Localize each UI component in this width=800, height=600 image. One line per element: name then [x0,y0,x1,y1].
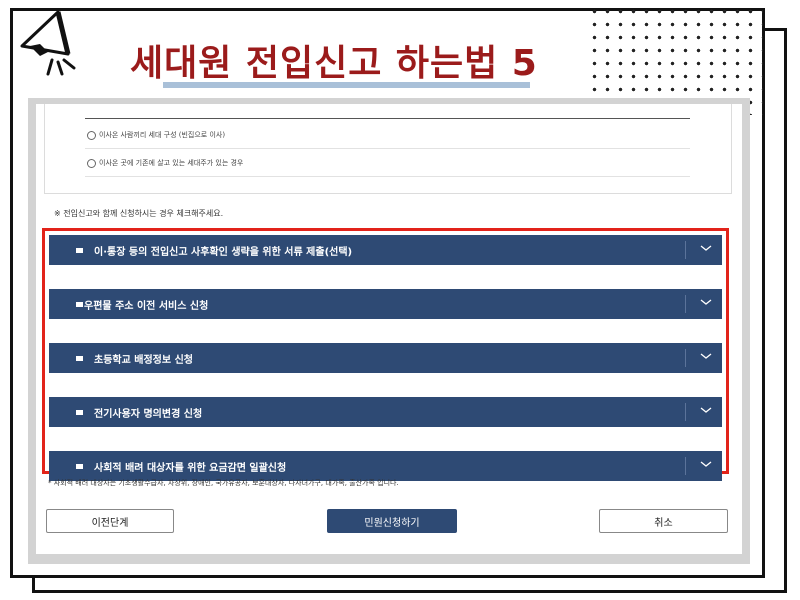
cancel-button[interactable]: 취소 [599,509,728,533]
section-bar-school-assignment[interactable]: 초등학교 배정정보 신청 [49,343,722,373]
bullet-icon [76,302,83,307]
chevron-down-icon[interactable] [699,349,713,363]
section-bar-mail-forward[interactable]: 우편물 주소 이전 서비스 신청 [49,289,722,319]
section-label: 전기사용자 명의변경 신청 [94,409,203,420]
chevron-down-icon[interactable] [699,403,713,417]
radio-icon[interactable] [87,158,96,168]
bullet-icon [76,248,83,253]
section-label: 이·통장 등의 전입신고 사후확인 생략을 위한 서류 제출(선택) [94,247,353,258]
checkbox-note: ※ 전입신고와 함께 신청하시는 경우 체크해주세요. [54,209,224,218]
bullet-icon [76,464,83,469]
section-label: 우편물 주소 이전 서비스 신청 [84,301,209,312]
bullet-icon [76,356,83,361]
eligibility-footnote: * 사회적 배려 대상자는 기초생활수급자, 차상위, 장애인, 국가유공자, … [48,479,399,487]
page-title: 세대원 전입신고 하는법 5 [130,43,538,84]
bullet-icon [76,410,83,415]
megaphone-icon [20,10,76,76]
submit-application-button[interactable]: 민원신청하기 [327,509,457,533]
chevron-down-icon[interactable] [699,241,713,255]
form-area: 이사온 사람끼리 세대 구성 (빈집으로 이사) 이사온 곳에 기존에 살고 있… [36,104,742,554]
previous-step-button[interactable]: 이전단계 [46,509,174,533]
section-bar-electricity-owner[interactable]: 전기사용자 명의변경 신청 [49,397,722,427]
chevron-down-icon[interactable] [699,457,713,471]
highlight-box: 이·통장 등의 전입신고 사후확인 생략을 위한 서류 제출(선택) 우편물 주… [42,228,729,481]
section-bar-resident-docs[interactable]: 이·통장 등의 전입신고 사후확인 생략을 위한 서류 제출(선택) [49,235,722,265]
section-label: 초등학교 배정정보 신청 [94,355,193,366]
section-bar-fee-reduction[interactable]: 사회적 배려 대상자를 위한 요금감면 일괄신청 [49,451,722,481]
household-option-box: 이사온 사람끼리 세대 구성 (빈집으로 이사) 이사온 곳에 기존에 살고 있… [44,104,732,194]
radio-option-existing-householder[interactable]: 이사온 곳에 기존에 살고 있는 세대주가 있는 경우 [87,158,243,168]
screenshot-panel: 이사온 사람끼리 세대 구성 (빈집으로 이사) 이사온 곳에 기존에 살고 있… [28,98,750,564]
radio-option-empty-house[interactable]: 이사온 사람끼리 세대 구성 (빈집으로 이사) [87,130,225,140]
radio-icon[interactable] [87,130,96,140]
section-label: 사회적 배려 대상자를 위한 요금감면 일괄신청 [94,463,287,474]
chevron-down-icon[interactable] [699,295,713,309]
title-underline [163,82,530,88]
